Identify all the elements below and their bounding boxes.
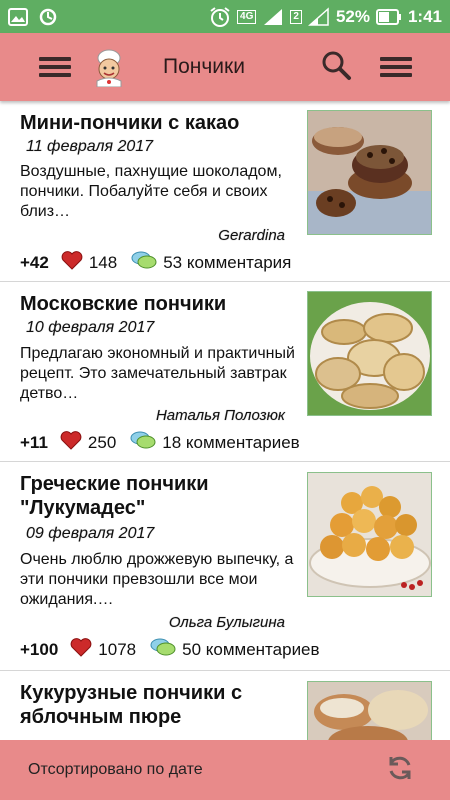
like-count: 250 [87, 432, 117, 452]
search-button[interactable] [308, 39, 364, 95]
recipe-description: Предлагаю экономный и практичный рецепт.… [20, 345, 295, 402]
recipe-card[interactable]: Греческие пончики "Лукумадес" 09 февраля… [0, 462, 450, 671]
battery-percent: 52% [335, 6, 370, 26]
page-title: Пончики [163, 55, 245, 78]
comment-icon[interactable] [150, 637, 176, 662]
battery-icon [375, 8, 402, 25]
vote-count: +11 [20, 432, 48, 452]
search-icon [320, 49, 352, 86]
recipe-description: Очень люблю дрожжевую выпечку, а эти пон… [20, 551, 294, 608]
recipe-author[interactable]: Gerardina [218, 227, 285, 244]
refresh-icon [385, 753, 415, 788]
recipe-stats: +42 148 53 комментария [20, 250, 291, 275]
heart-icon[interactable] [61, 250, 83, 275]
recipe-stats: +11 250 18 комментариев [20, 430, 300, 455]
comment-count: 53 комментария [163, 252, 292, 272]
recipe-title: Мини-пончики с какао [20, 112, 240, 134]
recipe-description: Воздушные, пахнущие шоколадом, пончики. … [20, 163, 282, 220]
sort-label[interactable]: Отсортировано по дате [28, 761, 203, 779]
menu-button[interactable] [27, 39, 83, 95]
recipe-date: 11 февраля 2017 [26, 138, 154, 155]
more-menu-button[interactable] [368, 39, 424, 95]
comment-count: 18 комментариев [162, 432, 300, 452]
recipe-card[interactable]: Московские пончики 10 февраля 2017 Предл… [0, 282, 450, 462]
app-toolbar: Пончики [0, 33, 450, 101]
signal-icon [262, 7, 284, 27]
recipe-author[interactable]: Ольга Булыгина [169, 614, 285, 631]
hamburger-icon [39, 53, 71, 81]
recipe-author[interactable]: Наталья Полозюк [156, 407, 285, 424]
signal-2-icon [307, 6, 330, 27]
recipe-card[interactable]: Мини-пончики с какао 11 февраля 2017 Воз… [0, 101, 450, 282]
sim-slot-badge: 2 [290, 9, 302, 24]
clock: 1:41 [407, 6, 442, 26]
sync-icon [38, 7, 58, 27]
heart-icon[interactable] [70, 637, 92, 662]
recipe-thumbnail[interactable] [307, 110, 432, 235]
like-count: 1078 [98, 639, 137, 659]
network-type-badge: 4G [237, 9, 257, 24]
app-screen: 4G 2 52% 1:41 Пончики Мини-пончики с как… [0, 0, 450, 800]
like-count: 148 [88, 252, 118, 272]
heart-icon[interactable] [60, 430, 82, 455]
refresh-button[interactable] [380, 750, 420, 790]
recipe-date: 09 февраля 2017 [26, 525, 155, 542]
recipe-date: 10 февраля 2017 [26, 319, 155, 336]
alarm-icon [209, 6, 231, 28]
list-menu-icon [380, 53, 412, 81]
comment-icon[interactable] [130, 430, 156, 455]
comment-icon[interactable] [131, 250, 157, 275]
gallery-icon [8, 7, 28, 26]
chef-logo-icon [89, 47, 129, 88]
recipe-list: Мини-пончики с какао 11 февраля 2017 Воз… [0, 101, 450, 800]
recipe-title: Московские пончики [20, 293, 227, 315]
recipe-stats: +100 1078 50 комментариев [20, 637, 320, 662]
vote-count: +100 [20, 639, 59, 659]
bottom-bar: Отсортировано по дате [0, 740, 450, 800]
recipe-thumbnail[interactable] [307, 291, 432, 416]
recipe-thumbnail[interactable] [307, 472, 432, 597]
comment-count: 50 комментариев [182, 639, 320, 659]
recipe-title: Кукурузные пончики с яблочным пюре [20, 682, 243, 728]
recipe-title: Греческие пончики "Лукумадес" [20, 473, 209, 519]
vote-count: +42 [20, 252, 49, 272]
status-bar: 4G 2 52% 1:41 [0, 0, 450, 33]
